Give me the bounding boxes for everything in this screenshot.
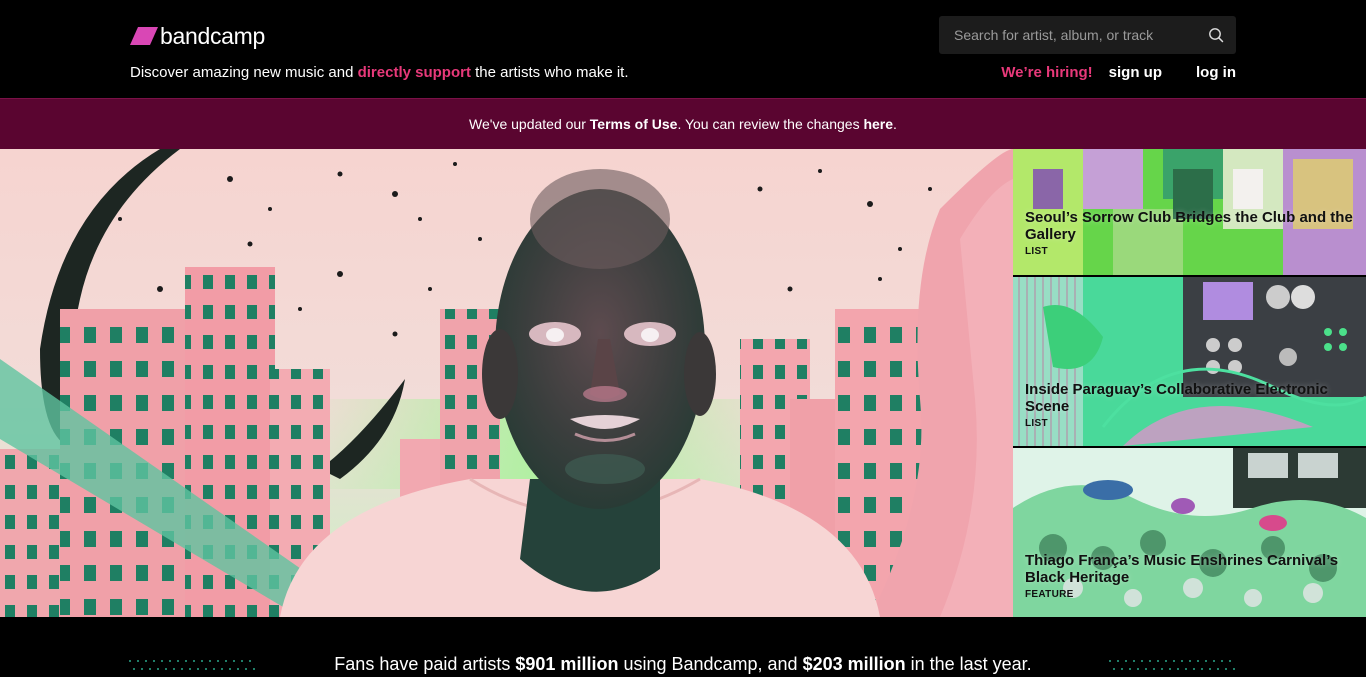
review-changes-link[interactable]: here — [863, 116, 893, 132]
sign-up-link[interactable]: sign up — [1109, 64, 1162, 81]
stats-text-2: using Bandcamp, and — [618, 654, 803, 674]
story-caption: Thiago França’s Music Enshrines Carnival… — [1025, 552, 1356, 600]
story-card[interactable]: Seoul’s Sorrow Club Bridges the Club and… — [1013, 149, 1366, 275]
payout-stats: Fans have paid artists $901 million usin… — [0, 617, 1366, 677]
logo-text: bandcamp — [160, 22, 266, 49]
decorative-dots-right — [1109, 660, 1235, 670]
search-input[interactable] — [939, 16, 1199, 54]
banner-text-2: . You can review the changes — [677, 116, 864, 132]
story-card[interactable]: Thiago França’s Music Enshrines Carnival… — [1013, 448, 1366, 617]
stats-text-3: in the last year. — [905, 654, 1032, 674]
terms-update-banner: We've updated our Terms of Use. You can … — [0, 98, 1366, 149]
tagline-text-end: the artists who make it. — [470, 64, 629, 81]
hero-illustration — [0, 149, 1013, 617]
account-links: We’re hiring! sign up log in — [1001, 64, 1236, 81]
search-icon[interactable] — [1208, 27, 1224, 43]
story-kind-label: FEATURE — [1025, 589, 1074, 600]
total-paid-value: $901 million — [515, 654, 619, 674]
search-box — [939, 16, 1236, 54]
tagline: Discover amazing new music and directly … — [130, 64, 629, 81]
log-in-link[interactable]: log in — [1196, 64, 1236, 81]
last-year-paid-value: $203 million — [802, 654, 906, 674]
banner-text: We've updated our — [469, 116, 590, 132]
story-title[interactable]: Inside Paraguay’s Collaborative Electron… — [1025, 381, 1356, 415]
logo-mark-icon — [130, 27, 158, 45]
stats-text-1: Fans have paid artists — [334, 654, 516, 674]
story-kind-label: LIST — [1025, 418, 1048, 429]
tagline-text: Discover amazing new music and — [130, 64, 358, 81]
hiring-link[interactable]: We’re hiring! — [1001, 64, 1092, 81]
story-caption: Seoul’s Sorrow Club Bridges the Club and… — [1025, 209, 1356, 257]
banner-text-3: . — [893, 116, 897, 132]
directly-support-link[interactable]: directly support — [358, 64, 471, 81]
site-header: bandcamp Discover amazing new music and … — [0, 0, 1366, 98]
bandcamp-logo[interactable]: bandcamp — [130, 22, 265, 50]
featured-story-hero[interactable] — [0, 149, 1013, 617]
terms-of-use-link[interactable]: Terms of Use — [590, 116, 678, 132]
story-kind-label: LIST — [1025, 246, 1048, 257]
story-title[interactable]: Seoul’s Sorrow Club Bridges the Club and… — [1025, 209, 1356, 243]
story-title[interactable]: Thiago França’s Music Enshrines Carnival… — [1025, 552, 1356, 586]
story-card[interactable]: Inside Paraguay’s Collaborative Electron… — [1013, 277, 1366, 446]
story-caption: Inside Paraguay’s Collaborative Electron… — [1025, 381, 1356, 429]
